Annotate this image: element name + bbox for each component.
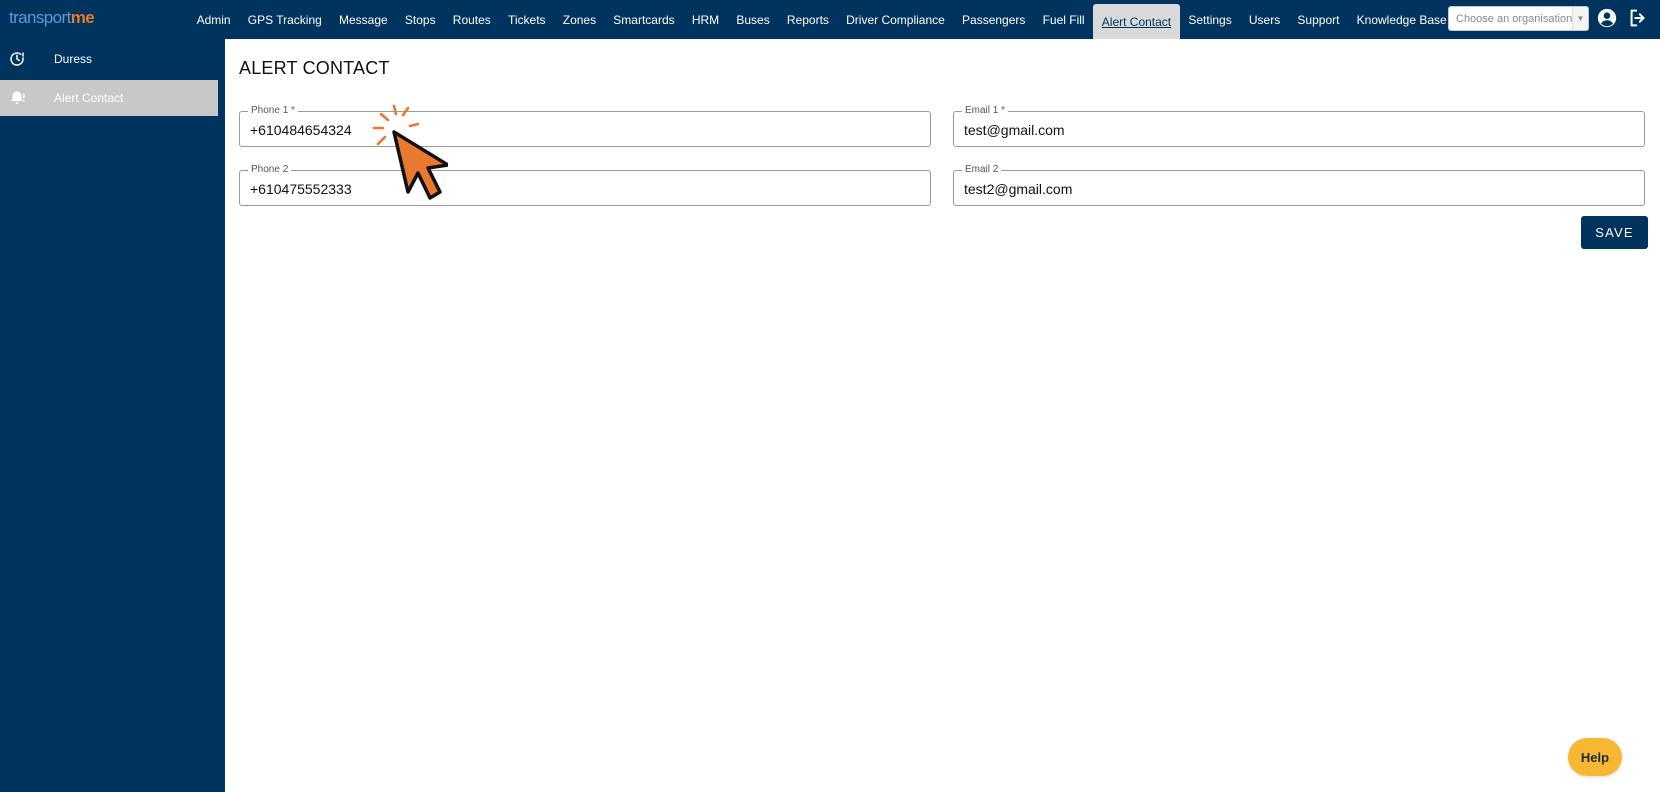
nav-alert-contact[interactable]: Alert Contact (1093, 4, 1180, 39)
app-logo[interactable]: transportme (9, 8, 95, 28)
email2-label: Email 2 (962, 164, 1002, 176)
user-circle-icon[interactable] (1596, 7, 1618, 29)
nav-settings[interactable]: Settings (1180, 0, 1241, 39)
sidebar-item-label: Duress (54, 52, 93, 66)
nav-message[interactable]: Message (330, 0, 396, 39)
nav-routes[interactable]: Routes (444, 0, 499, 39)
chevron-down-icon[interactable]: ▼ (1572, 7, 1588, 30)
sidebar-item-alert-contact[interactable]: Alert Contact (0, 80, 218, 116)
phone2-field[interactable]: Phone 2 +610475552333 (239, 164, 931, 206)
nav-hrm[interactable]: HRM (683, 0, 728, 39)
nav-smartcards[interactable]: Smartcards (605, 0, 684, 39)
sidebar: Duress Alert Contact (0, 39, 225, 792)
logout-icon[interactable] (1627, 7, 1649, 29)
sidebar-item-label: Alert Contact (54, 91, 124, 105)
save-button[interactable]: SAVE (1581, 216, 1648, 249)
nav-driver-compliance[interactable]: Driver Compliance (838, 0, 954, 39)
main-nav: Admin GPS Tracking Message Stops Routes … (188, 0, 1455, 39)
nav-buses[interactable]: Buses (728, 0, 779, 39)
nav-stops[interactable]: Stops (396, 0, 444, 39)
nav-zones[interactable]: Zones (554, 0, 605, 39)
phone2-input[interactable]: +610475552333 (250, 181, 352, 197)
email1-input[interactable]: test@gmail.com (964, 122, 1065, 138)
nav-gps-tracking[interactable]: GPS Tracking (239, 0, 330, 39)
organisation-select[interactable]: Choose an organisation ▼ (1448, 6, 1589, 31)
phone1-input[interactable]: +610484654324 (250, 122, 352, 138)
logo-text-primary: transport (9, 8, 71, 27)
nav-fuel-fill[interactable]: Fuel Fill (1034, 0, 1093, 39)
nav-tickets[interactable]: Tickets (499, 0, 554, 39)
top-navbar: transportme Admin GPS Tracking Message S… (0, 0, 1660, 39)
phone2-label: Phone 2 (248, 164, 292, 176)
email2-input[interactable]: test2@gmail.com (964, 181, 1072, 197)
email1-field[interactable]: Email 1 * test@gmail.com (953, 105, 1645, 147)
phone1-label: Phone 1 * (248, 105, 298, 117)
main-content: ALERT CONTACT Phone 1 * +610484654324 Em… (225, 39, 1660, 792)
organisation-select-placeholder: Choose an organisation (1456, 12, 1572, 25)
email1-label: Email 1 * (962, 105, 1009, 117)
nav-passengers[interactable]: Passengers (953, 0, 1034, 39)
help-button[interactable]: Help (1568, 738, 1622, 776)
clock-alert-icon (8, 50, 26, 68)
sidebar-item-duress[interactable]: Duress (0, 41, 218, 77)
logo-text-accent: me (70, 8, 95, 27)
page-title: ALERT CONTACT (239, 58, 390, 78)
nav-support[interactable]: Support (1289, 0, 1348, 39)
nav-knowledge-base[interactable]: Knowledge Base (1348, 0, 1455, 39)
email2-field[interactable]: Email 2 test2@gmail.com (953, 164, 1645, 206)
phone1-field[interactable]: Phone 1 * +610484654324 (239, 105, 931, 147)
nav-reports[interactable]: Reports (778, 0, 837, 39)
nav-admin[interactable]: Admin (188, 0, 239, 39)
bell-alert-icon (8, 89, 26, 107)
nav-users[interactable]: Users (1240, 0, 1289, 39)
